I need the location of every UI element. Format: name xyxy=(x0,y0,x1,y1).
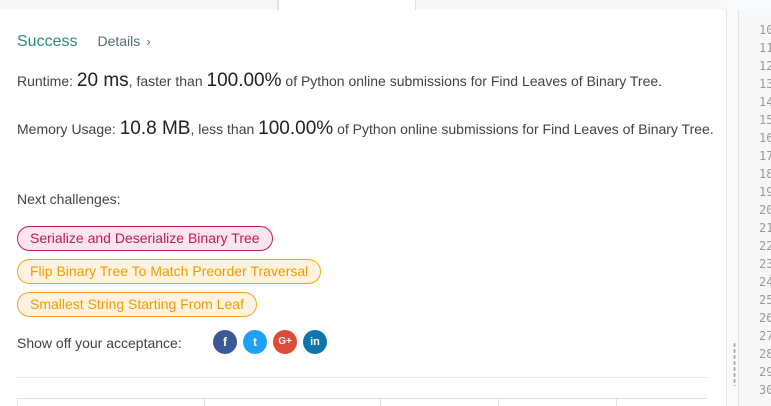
status-success: Success xyxy=(17,33,78,50)
twitter-icon[interactable]: t xyxy=(243,330,267,354)
result-panel: Success Details › Runtime: 20 ms, faster … xyxy=(0,10,727,406)
share-label: Show off your acceptance: xyxy=(17,335,182,351)
line-number: 30 xyxy=(759,383,771,397)
line-number: 17 xyxy=(759,149,771,163)
line-number: 19 xyxy=(759,185,771,199)
linkedin-icon[interactable]: in xyxy=(303,330,327,354)
line-number: 23 xyxy=(759,257,771,271)
table-col xyxy=(205,399,381,406)
facebook-icon[interactable]: f xyxy=(213,330,237,354)
runtime-faster-text: , faster than xyxy=(128,73,207,89)
line-number: 20 xyxy=(759,203,771,217)
submissions-table-header xyxy=(17,398,707,406)
runtime-suffix: of Python online submissions for Find Le… xyxy=(281,73,663,89)
details-label[interactable]: Details xyxy=(97,33,140,49)
details-link[interactable]: Details › xyxy=(97,33,150,49)
tab-description[interactable] xyxy=(0,0,278,10)
line-number: 25 xyxy=(759,293,771,307)
line-number-gutter: 10 11 12 13 14 15 16 17 18 19 20 21 22 23 24 25 26 27 28 29… xyxy=(759,21,771,399)
memory-suffix: of Python online submissions for Find Le… xyxy=(333,121,714,137)
table-col xyxy=(499,399,617,406)
line-number: 15 xyxy=(759,113,771,127)
code-editor[interactable]: 10 11 12 13 14 15 16 17 18 19 20 21 22 23 24 25 26 27 28 29… xyxy=(738,10,771,406)
line-number: 21 xyxy=(759,221,771,235)
resize-handle[interactable] xyxy=(733,342,736,386)
challenge-chip-flip-binary-tree[interactable]: Flip Binary Tree To Match Preorder Trave… xyxy=(17,259,322,284)
memory-line: Memory Usage: 10.8 MB, less than 100.00%… xyxy=(17,118,717,140)
line-number: 27 xyxy=(759,329,771,343)
line-number: 26 xyxy=(759,311,771,325)
challenge-chip-serialize[interactable]: Serialize and Deserialize Binary Tree xyxy=(17,226,273,251)
runtime-value: 20 ms xyxy=(76,70,129,91)
line-number: 11 xyxy=(759,41,771,55)
line-number: 24 xyxy=(759,275,771,289)
line-number: 14 xyxy=(759,95,771,109)
memory-label: Memory Usage: xyxy=(17,121,116,137)
table-col xyxy=(18,399,205,406)
memory-percent: 100.00% xyxy=(258,118,334,139)
line-number: 28 xyxy=(759,347,771,361)
table-col xyxy=(381,399,499,406)
next-challenges-label: Next challenges: xyxy=(17,191,121,207)
line-number: 13 xyxy=(759,77,771,91)
google-plus-icon[interactable]: G+ xyxy=(273,330,297,354)
tab-strip xyxy=(0,0,727,11)
memory-value: 10.8 MB xyxy=(119,118,191,139)
line-number: 16 xyxy=(759,131,771,145)
runtime-label: Runtime: xyxy=(17,73,74,89)
line-number: 12 xyxy=(759,59,771,73)
runtime-line: Runtime: 20 ms, faster than 100.00% of P… xyxy=(17,70,707,92)
divider xyxy=(17,377,707,378)
chevron-right-icon[interactable]: › xyxy=(146,34,150,49)
line-number: 10 xyxy=(759,23,771,37)
status-row: Success Details › xyxy=(17,33,151,51)
runtime-percent: 100.00% xyxy=(206,70,282,91)
memory-less-text: , less than xyxy=(190,121,259,137)
tab-other[interactable] xyxy=(416,0,727,10)
line-number: 22 xyxy=(759,239,771,253)
line-number: 29 xyxy=(759,365,771,379)
line-number: 18 xyxy=(759,167,771,181)
challenge-chip-smallest-string[interactable]: Smallest String Starting From Leaf xyxy=(17,292,257,317)
